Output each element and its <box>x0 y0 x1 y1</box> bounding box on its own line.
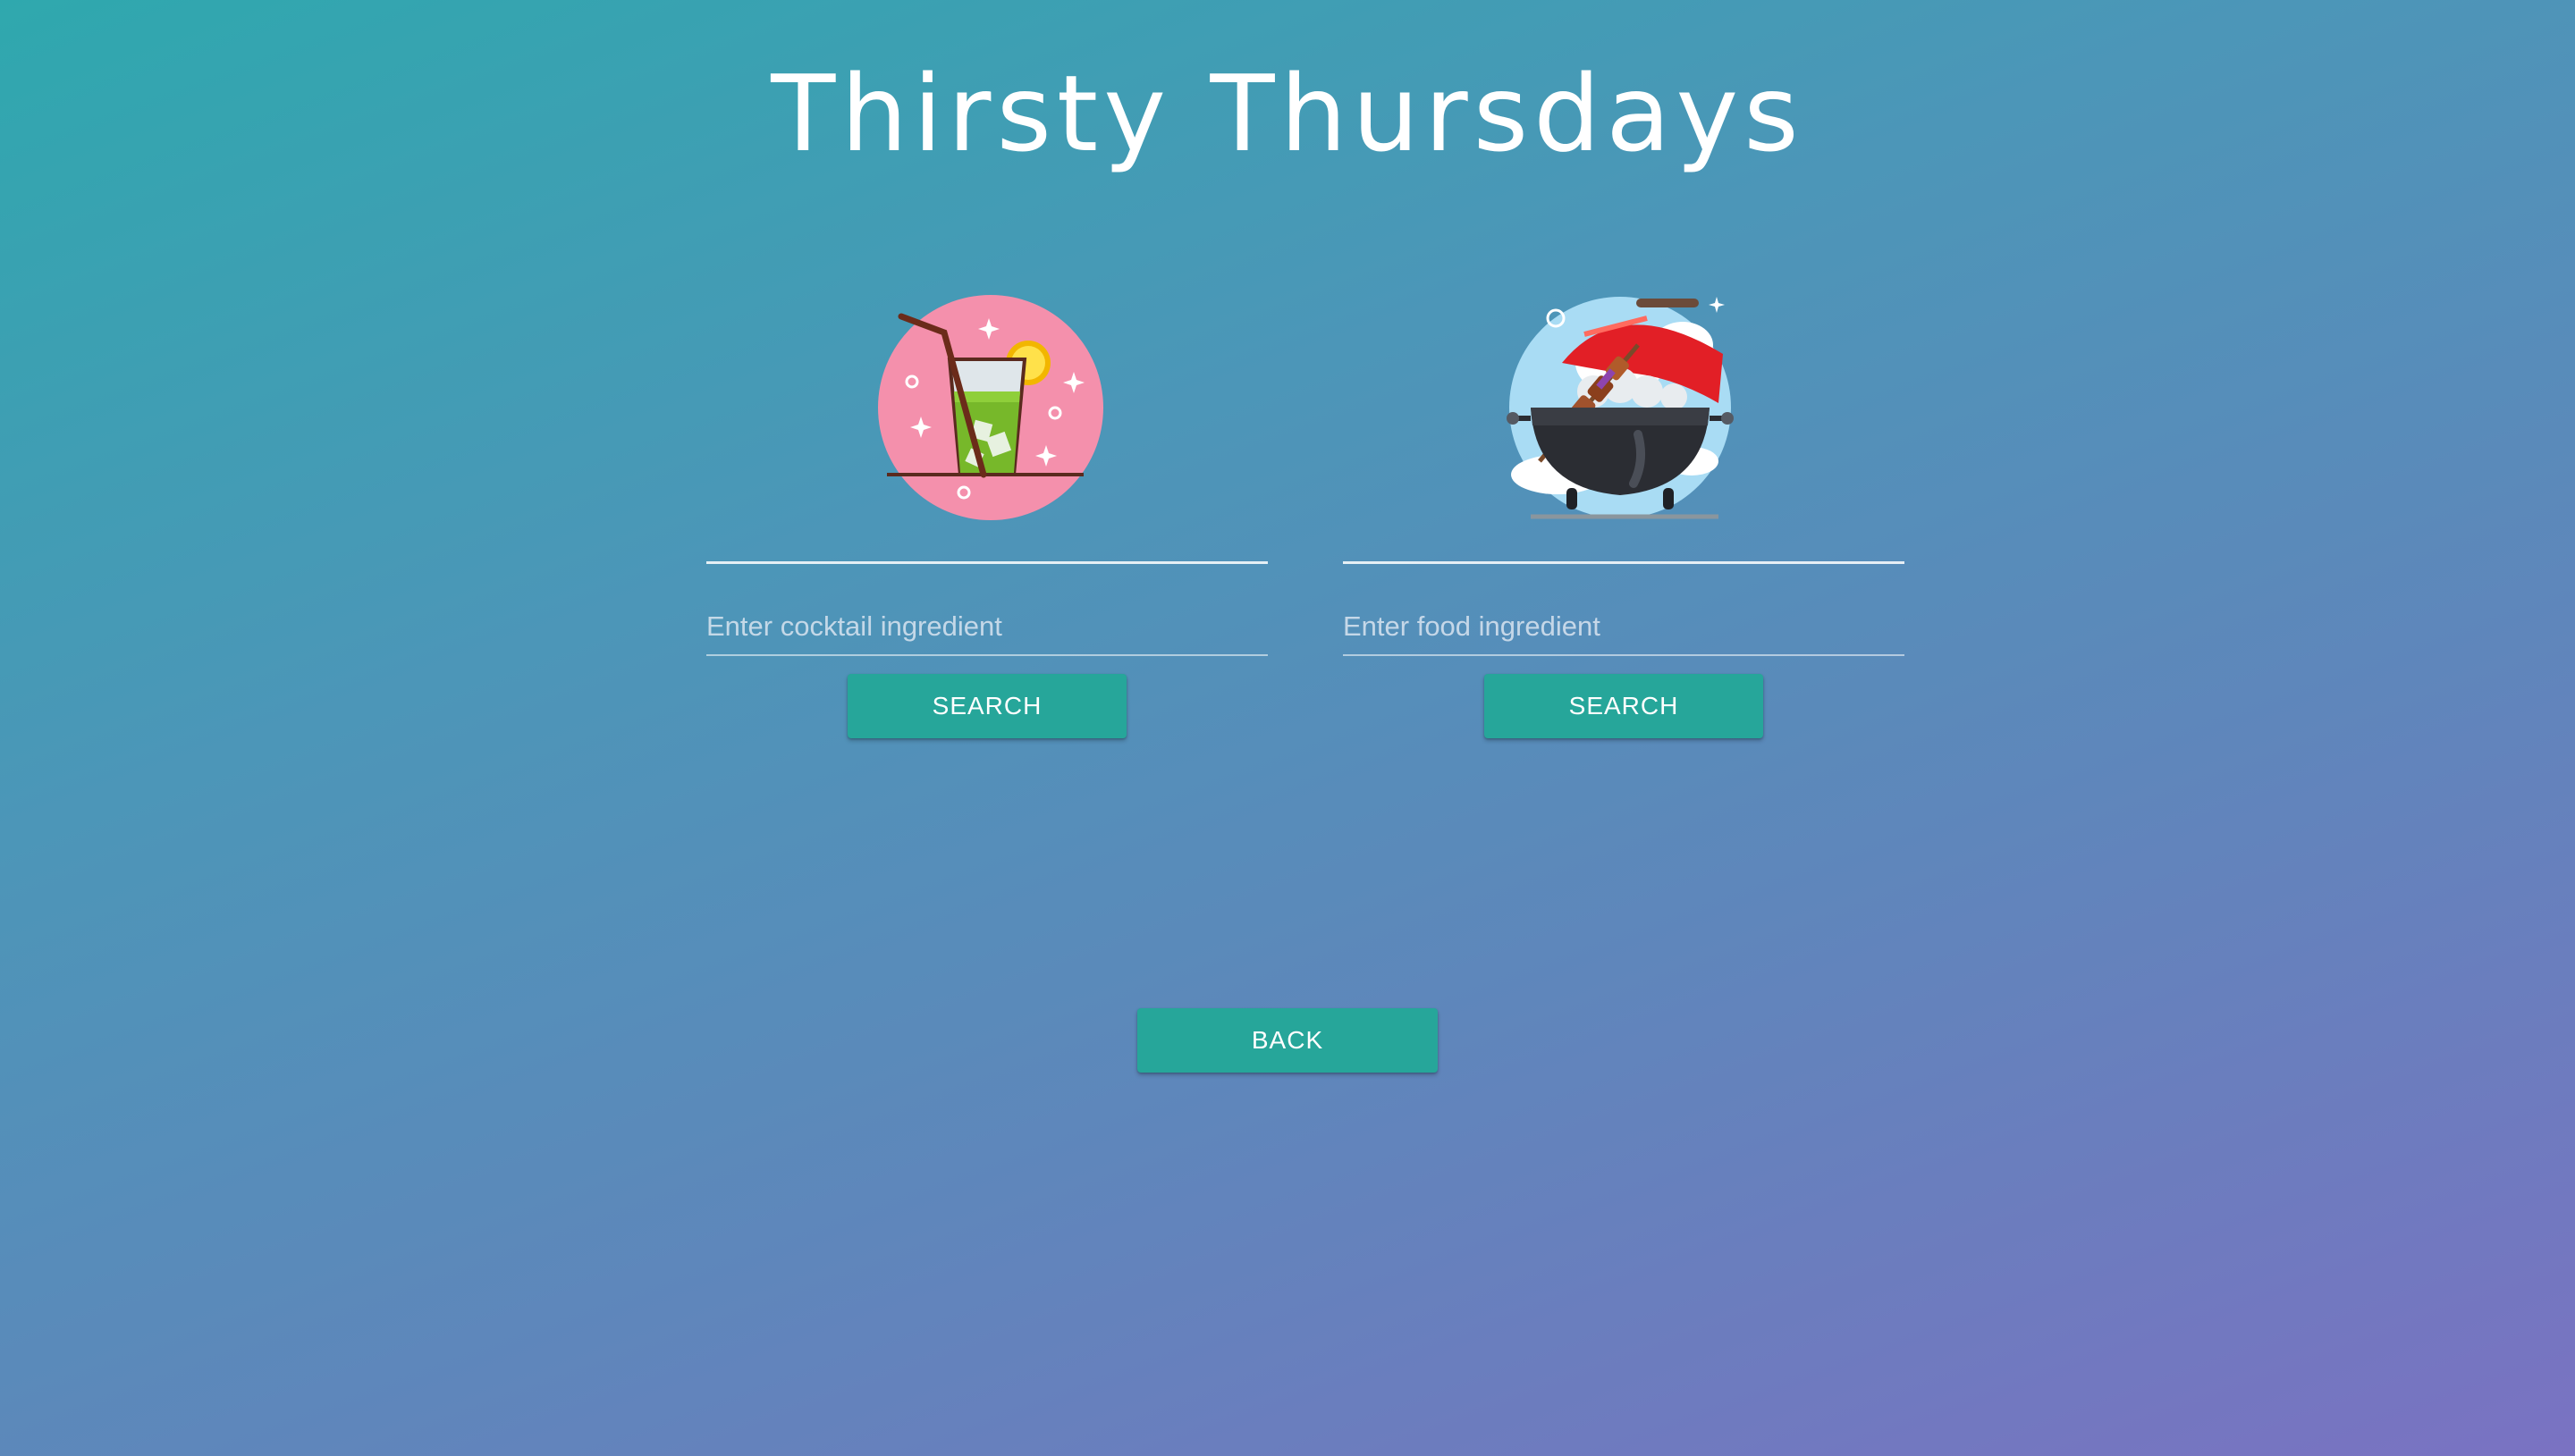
page-title: Thirsty Thursdays <box>771 52 1804 175</box>
back-button[interactable]: BACK <box>1137 1008 1438 1073</box>
food-search-button[interactable]: SEARCH <box>1484 674 1763 738</box>
food-divider <box>1343 561 1904 564</box>
cocktail-ingredient-input[interactable] <box>706 599 1268 656</box>
food-ingredient-input[interactable] <box>1343 599 1904 656</box>
cocktail-divider <box>706 561 1268 564</box>
cocktail-search-button[interactable]: SEARCH <box>848 674 1127 738</box>
cocktail-glass-icon <box>874 291 1107 524</box>
bbq-grill-icon <box>1504 291 1736 524</box>
